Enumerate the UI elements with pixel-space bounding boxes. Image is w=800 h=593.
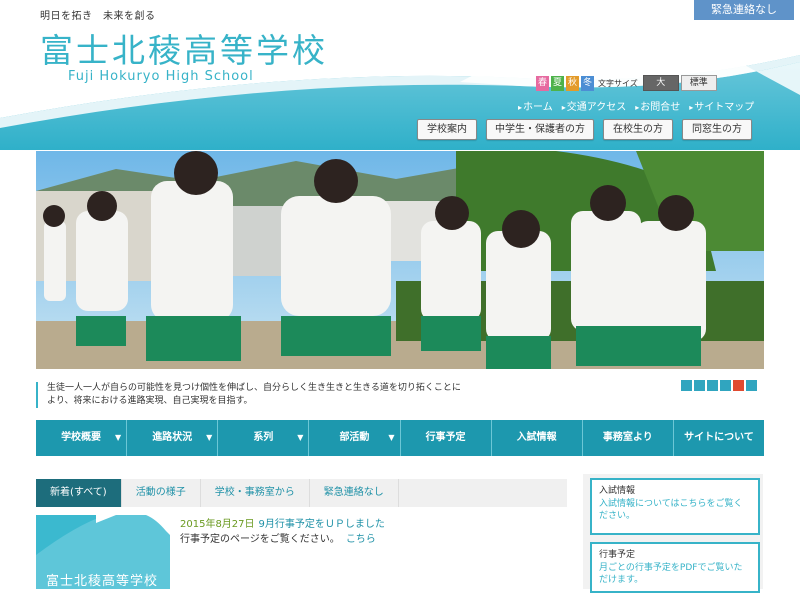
tab-all-news[interactable]: 新着(すべて): [36, 479, 122, 507]
season-and-font-size-controls: 春 夏 秋 冬 文字サイズ 大 標準: [536, 75, 717, 91]
caret-down-icon: ▼: [388, 433, 395, 442]
slider-dot-active[interactable]: [733, 380, 744, 391]
nav-label: 入試情報: [516, 432, 557, 443]
news-thumbnail-title: 富士北稜高等学校: [46, 574, 159, 589]
sidebar-box-body: 月ごとの行事予定をPDFでご覧いただけます。: [599, 563, 743, 585]
slider-dot[interactable]: [694, 380, 705, 391]
nav-career-status[interactable]: 進路状況 ▼: [127, 420, 219, 456]
caret-down-icon: ▼: [114, 433, 122, 442]
slider-dot[interactable]: [681, 380, 692, 391]
audience-buttons: 学校案内 中学生・保護者の方 在校生の方 同窓生の方: [417, 119, 752, 140]
slider-dot[interactable]: [720, 380, 731, 391]
season-winter-button[interactable]: 冬: [581, 75, 594, 91]
nav-courses[interactable]: 系列 ▼: [218, 420, 310, 456]
nav-label: 事務室より: [602, 432, 653, 443]
slider-dot[interactable]: [707, 380, 718, 391]
hero-photo: [36, 151, 764, 369]
nav-label: サイトについて: [684, 432, 754, 443]
sidebar-box-title: 行事予定: [599, 550, 636, 560]
tagline: 明日を拓き 未来を創る: [40, 11, 156, 22]
sidebar-box-body: 入試情報についてはこちらをご覧ください。: [599, 499, 743, 521]
news-body: 行事予定のページをご覧ください。 こちら: [180, 530, 376, 545]
util-nav-home[interactable]: ホーム: [518, 98, 553, 113]
nav-label: 系列: [253, 432, 274, 443]
slider-pagination: [681, 380, 757, 391]
emergency-contact-button[interactable]: 緊急連絡なし: [694, 0, 794, 20]
school-guide-button[interactable]: 学校案内: [417, 119, 477, 140]
season-spring-button[interactable]: 春: [536, 75, 549, 91]
nav-label: 進路状況: [152, 432, 193, 443]
util-nav-access[interactable]: 交通アクセス: [562, 98, 627, 113]
news-item-meta: 2015年8月27日 9月行事予定をＵＰしました: [180, 515, 385, 530]
util-nav-sitemap[interactable]: サイトマップ: [689, 98, 754, 113]
news-thumbnail[interactable]: 富士北稜高等学校: [36, 515, 170, 589]
caret-down-icon: ▼: [297, 433, 304, 442]
font-size-standard-button[interactable]: 標準: [680, 75, 717, 91]
alumni-button[interactable]: 同窓生の方: [682, 119, 752, 140]
season-autumn-button[interactable]: 秋: [566, 75, 579, 91]
caret-down-icon: ▼: [206, 433, 213, 442]
nav-label: 行事予定: [425, 432, 466, 443]
nav-admissions[interactable]: 入試情報: [492, 420, 583, 456]
nav-office[interactable]: 事務室より: [583, 420, 674, 456]
font-size-label: 文字サイズ: [598, 78, 638, 88]
nav-label: 部活動: [339, 432, 370, 443]
site-title[interactable]: 富士北稜高等学校: [40, 24, 328, 72]
news-date: 2015年8月27日: [180, 519, 255, 530]
sidebar-box-admissions[interactable]: 入試情報 入試情報についてはこちらをご覧ください。: [590, 478, 760, 535]
nav-school-overview[interactable]: 学校概要 ▼: [36, 420, 128, 456]
nav-club-activities[interactable]: 部活動 ▼: [309, 420, 401, 456]
news-tabs: 新着(すべて) 活動の様子 学校・事務室から 緊急連絡なし: [36, 479, 567, 507]
news-headline[interactable]: 9月行事予定をＵＰしました: [259, 519, 385, 530]
site-title-en: Fuji Hokuryo High School: [68, 69, 254, 84]
utility-nav: ホーム 交通アクセス お問合せ サイトマップ: [518, 98, 754, 113]
nav-label: 学校概要: [61, 432, 102, 443]
mission-statement: 生徒一人一人が自らの可能性を見つけ個性を伸ばし、自分らしく生き生きと生きる道を切…: [36, 382, 467, 408]
sidebar-box-events[interactable]: 行事予定 月ごとの行事予定をPDFでご覧いただけます。: [590, 542, 760, 593]
sidebar-box-title: 入試情報: [599, 486, 636, 496]
tab-emergency[interactable]: 緊急連絡なし: [310, 479, 399, 507]
season-summer-button[interactable]: 夏: [551, 75, 564, 91]
main-nav: 学校概要 ▼ 進路状況 ▼ 系列 ▼ 部活動 ▼ 行事予定 入試情報 事務室より サイト…: [36, 420, 764, 456]
news-body-text: 行事予定のページをご覧ください。: [180, 534, 340, 545]
junior-high-parents-button[interactable]: 中学生・保護者の方: [486, 119, 594, 140]
tab-school-office[interactable]: 学校・事務室から: [201, 479, 310, 507]
news-link[interactable]: こちら: [346, 534, 376, 545]
current-students-button[interactable]: 在校生の方: [603, 119, 673, 140]
slider-dot[interactable]: [746, 380, 757, 391]
nav-event-schedule[interactable]: 行事予定: [401, 420, 492, 456]
nav-about-site[interactable]: サイトについて: [674, 420, 764, 456]
font-size-large-button[interactable]: 大: [642, 75, 679, 91]
tab-activities[interactable]: 活動の様子: [122, 479, 201, 507]
util-nav-contact[interactable]: お問合せ: [635, 98, 680, 113]
